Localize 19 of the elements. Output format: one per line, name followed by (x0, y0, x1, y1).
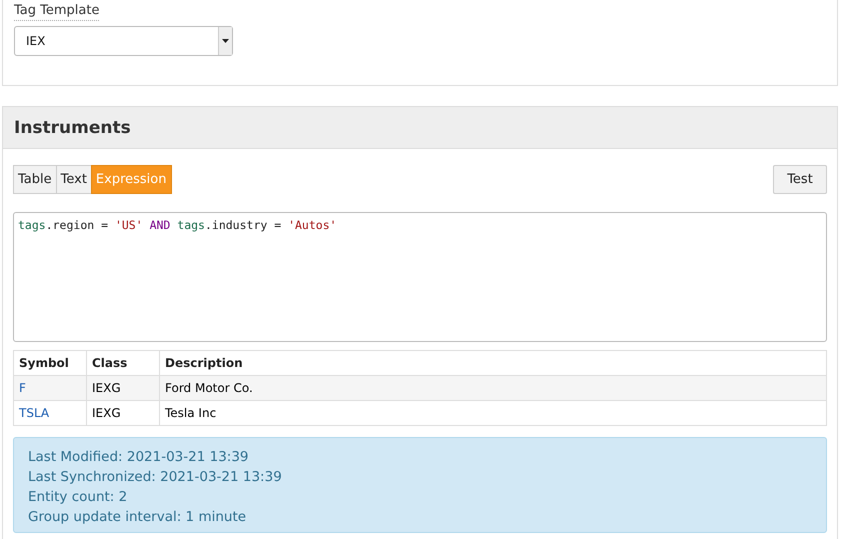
table-cell: IEXG (86, 400, 160, 426)
tab[interactable]: Text (56, 165, 92, 194)
info-text: Entity count: 2 (28, 488, 128, 507)
info-text: Group update interval: 1 minute (28, 508, 248, 527)
column-header: Description (160, 350, 826, 376)
tab[interactable]: Table (13, 165, 57, 194)
info-text: Last Synchronized: 2021-03-21 13:39 (28, 468, 283, 487)
test-button[interactable]: Test (773, 165, 827, 194)
table-cell: Tesla Inc (160, 400, 826, 426)
table-cell: Ford Motor Co. (160, 376, 826, 400)
expression-editor[interactable]: tags.region = 'US' AND tags.industry = 'Autos' (13, 212, 827, 342)
info-text: Last Modified: 2021-03-21 13:39 (28, 448, 250, 467)
column-header: Symbol (14, 350, 86, 376)
panel-title: Instruments (14, 118, 131, 138)
table-cell: IEXG (86, 376, 160, 400)
symbol-link[interactable]: F (19, 381, 26, 395)
caret-icon (222, 39, 229, 43)
field-label: Tag Template (14, 3, 100, 21)
template-select[interactable]: IEX (14, 26, 233, 56)
